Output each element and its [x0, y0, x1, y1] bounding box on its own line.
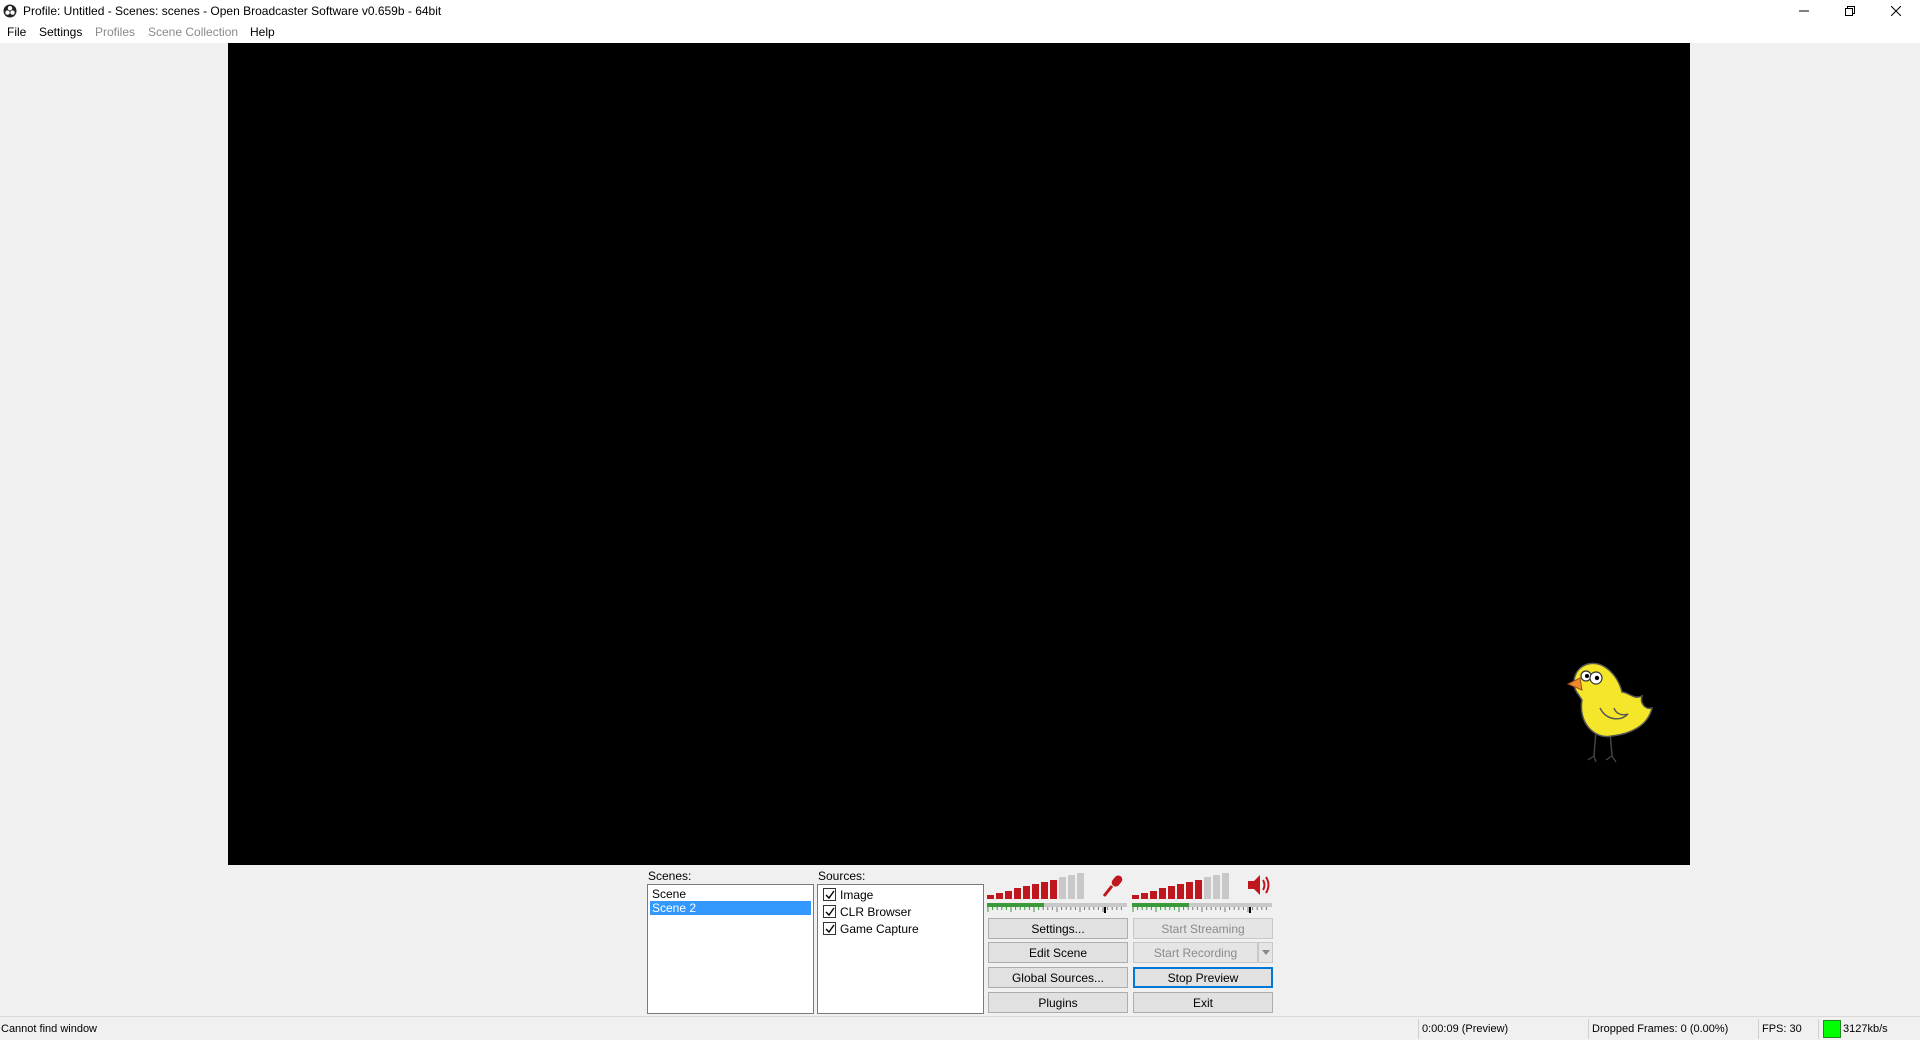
volume-step [1141, 892, 1148, 899]
close-icon [1891, 6, 1901, 16]
volume-step [1132, 895, 1139, 899]
source-item[interactable]: CLR Browser [823, 904, 911, 920]
volume-step [1032, 884, 1039, 899]
sources-list[interactable]: Image CLR Browser Game Capture [817, 884, 984, 1014]
volume-step [996, 892, 1003, 899]
volume-step [1077, 873, 1084, 899]
volume-step [1005, 890, 1012, 899]
yellow-chick-image [1566, 662, 1653, 763]
volume-step [1023, 886, 1030, 899]
checkmark-icon [825, 907, 835, 917]
restore-button[interactable] [1827, 0, 1873, 22]
source-checkbox[interactable] [823, 888, 836, 902]
status-message: Cannot find window [1, 1023, 98, 1035]
obs-logo-icon [3, 4, 17, 18]
source-checkbox[interactable] [823, 905, 836, 919]
volume-step [1222, 873, 1229, 899]
volume-step [987, 895, 994, 899]
plugins-button[interactable]: Plugins [988, 992, 1128, 1013]
volume-step [1204, 877, 1211, 899]
scene-item-selected[interactable]: Scene 2 [650, 901, 811, 915]
checkmark-icon [825, 890, 835, 900]
microphone-icon[interactable] [1100, 873, 1126, 899]
status-divider [1758, 1019, 1759, 1039]
sources-label: Sources: [818, 869, 866, 883]
volume-step [1150, 890, 1157, 899]
volume-step [1041, 881, 1048, 899]
stop-preview-button[interactable]: Stop Preview [1133, 967, 1273, 988]
minimize-button[interactable] [1781, 0, 1827, 22]
close-button[interactable] [1873, 0, 1919, 22]
menu-help[interactable]: Help [250, 25, 275, 39]
status-time: 0:00:09 (Preview) [1422, 1023, 1509, 1035]
speaker-icon[interactable] [1246, 873, 1272, 897]
exit-button[interactable]: Exit [1133, 992, 1273, 1013]
preview-canvas[interactable] [228, 43, 1690, 865]
mic-meter-ticks [987, 907, 1122, 913]
mic-volume-slider[interactable] [987, 873, 1097, 899]
menu-scene-collection[interactable]: Scene Collection [148, 25, 238, 39]
volume-step [1195, 879, 1202, 899]
status-divider [1818, 1019, 1819, 1039]
volume-step [1159, 888, 1166, 899]
volume-step [1059, 877, 1066, 899]
start-recording-button[interactable]: Start Recording [1133, 942, 1258, 963]
volume-step [1068, 875, 1075, 899]
volume-step [1213, 875, 1220, 899]
source-label: CLR Browser [840, 905, 912, 919]
volume-step [1014, 888, 1021, 899]
status-fps: FPS: 30 [1762, 1023, 1802, 1035]
menu-settings[interactable]: Settings [39, 25, 82, 39]
restore-icon [1845, 6, 1855, 16]
status-divider [1418, 1019, 1419, 1039]
source-checkbox[interactable] [823, 922, 836, 936]
status-dropped-frames: Dropped Frames: 0 (0.00%) [1592, 1023, 1729, 1035]
edit-scene-button[interactable]: Edit Scene [988, 942, 1128, 963]
bitrate-indicator [1823, 1020, 1841, 1038]
title-bar: Profile: Untitled - Scenes: scenes - Ope… [0, 0, 1920, 22]
desktop-meter-ticks [1132, 907, 1267, 913]
menu-file[interactable]: File [7, 25, 26, 39]
menu-profiles[interactable]: Profiles [95, 25, 135, 39]
volume-step [1177, 884, 1184, 899]
global-sources-button[interactable]: Global Sources... [988, 967, 1128, 988]
menu-bar: File Settings Profiles Scene Collection … [0, 22, 1920, 43]
status-divider [1588, 1019, 1589, 1039]
recording-dropdown-button[interactable] [1258, 942, 1273, 963]
status-bitrate: 3127kb/s [1843, 1023, 1888, 1035]
source-item[interactable]: Image [823, 887, 873, 903]
start-streaming-button[interactable]: Start Streaming [1133, 918, 1273, 939]
desktop-volume-slider[interactable] [1132, 873, 1242, 899]
scene-item[interactable]: Scene [650, 887, 811, 901]
status-bar: Cannot find window 0:00:09 (Preview) Dro… [0, 1016, 1920, 1040]
scenes-list[interactable]: Scene Scene 2 [647, 884, 814, 1014]
settings-button[interactable]: Settings... [988, 918, 1128, 939]
window-title: Profile: Untitled - Scenes: scenes - Ope… [23, 4, 442, 18]
source-label: Image [840, 888, 874, 902]
volume-step [1186, 881, 1193, 899]
scenes-label: Scenes: [648, 869, 692, 883]
volume-step [1050, 879, 1057, 899]
minimize-icon [1799, 10, 1809, 12]
volume-step [1168, 886, 1175, 899]
source-label: Game Capture [840, 922, 919, 936]
source-item[interactable]: Game Capture [823, 921, 919, 937]
checkmark-icon [825, 924, 835, 934]
chevron-down-icon [1261, 950, 1270, 955]
